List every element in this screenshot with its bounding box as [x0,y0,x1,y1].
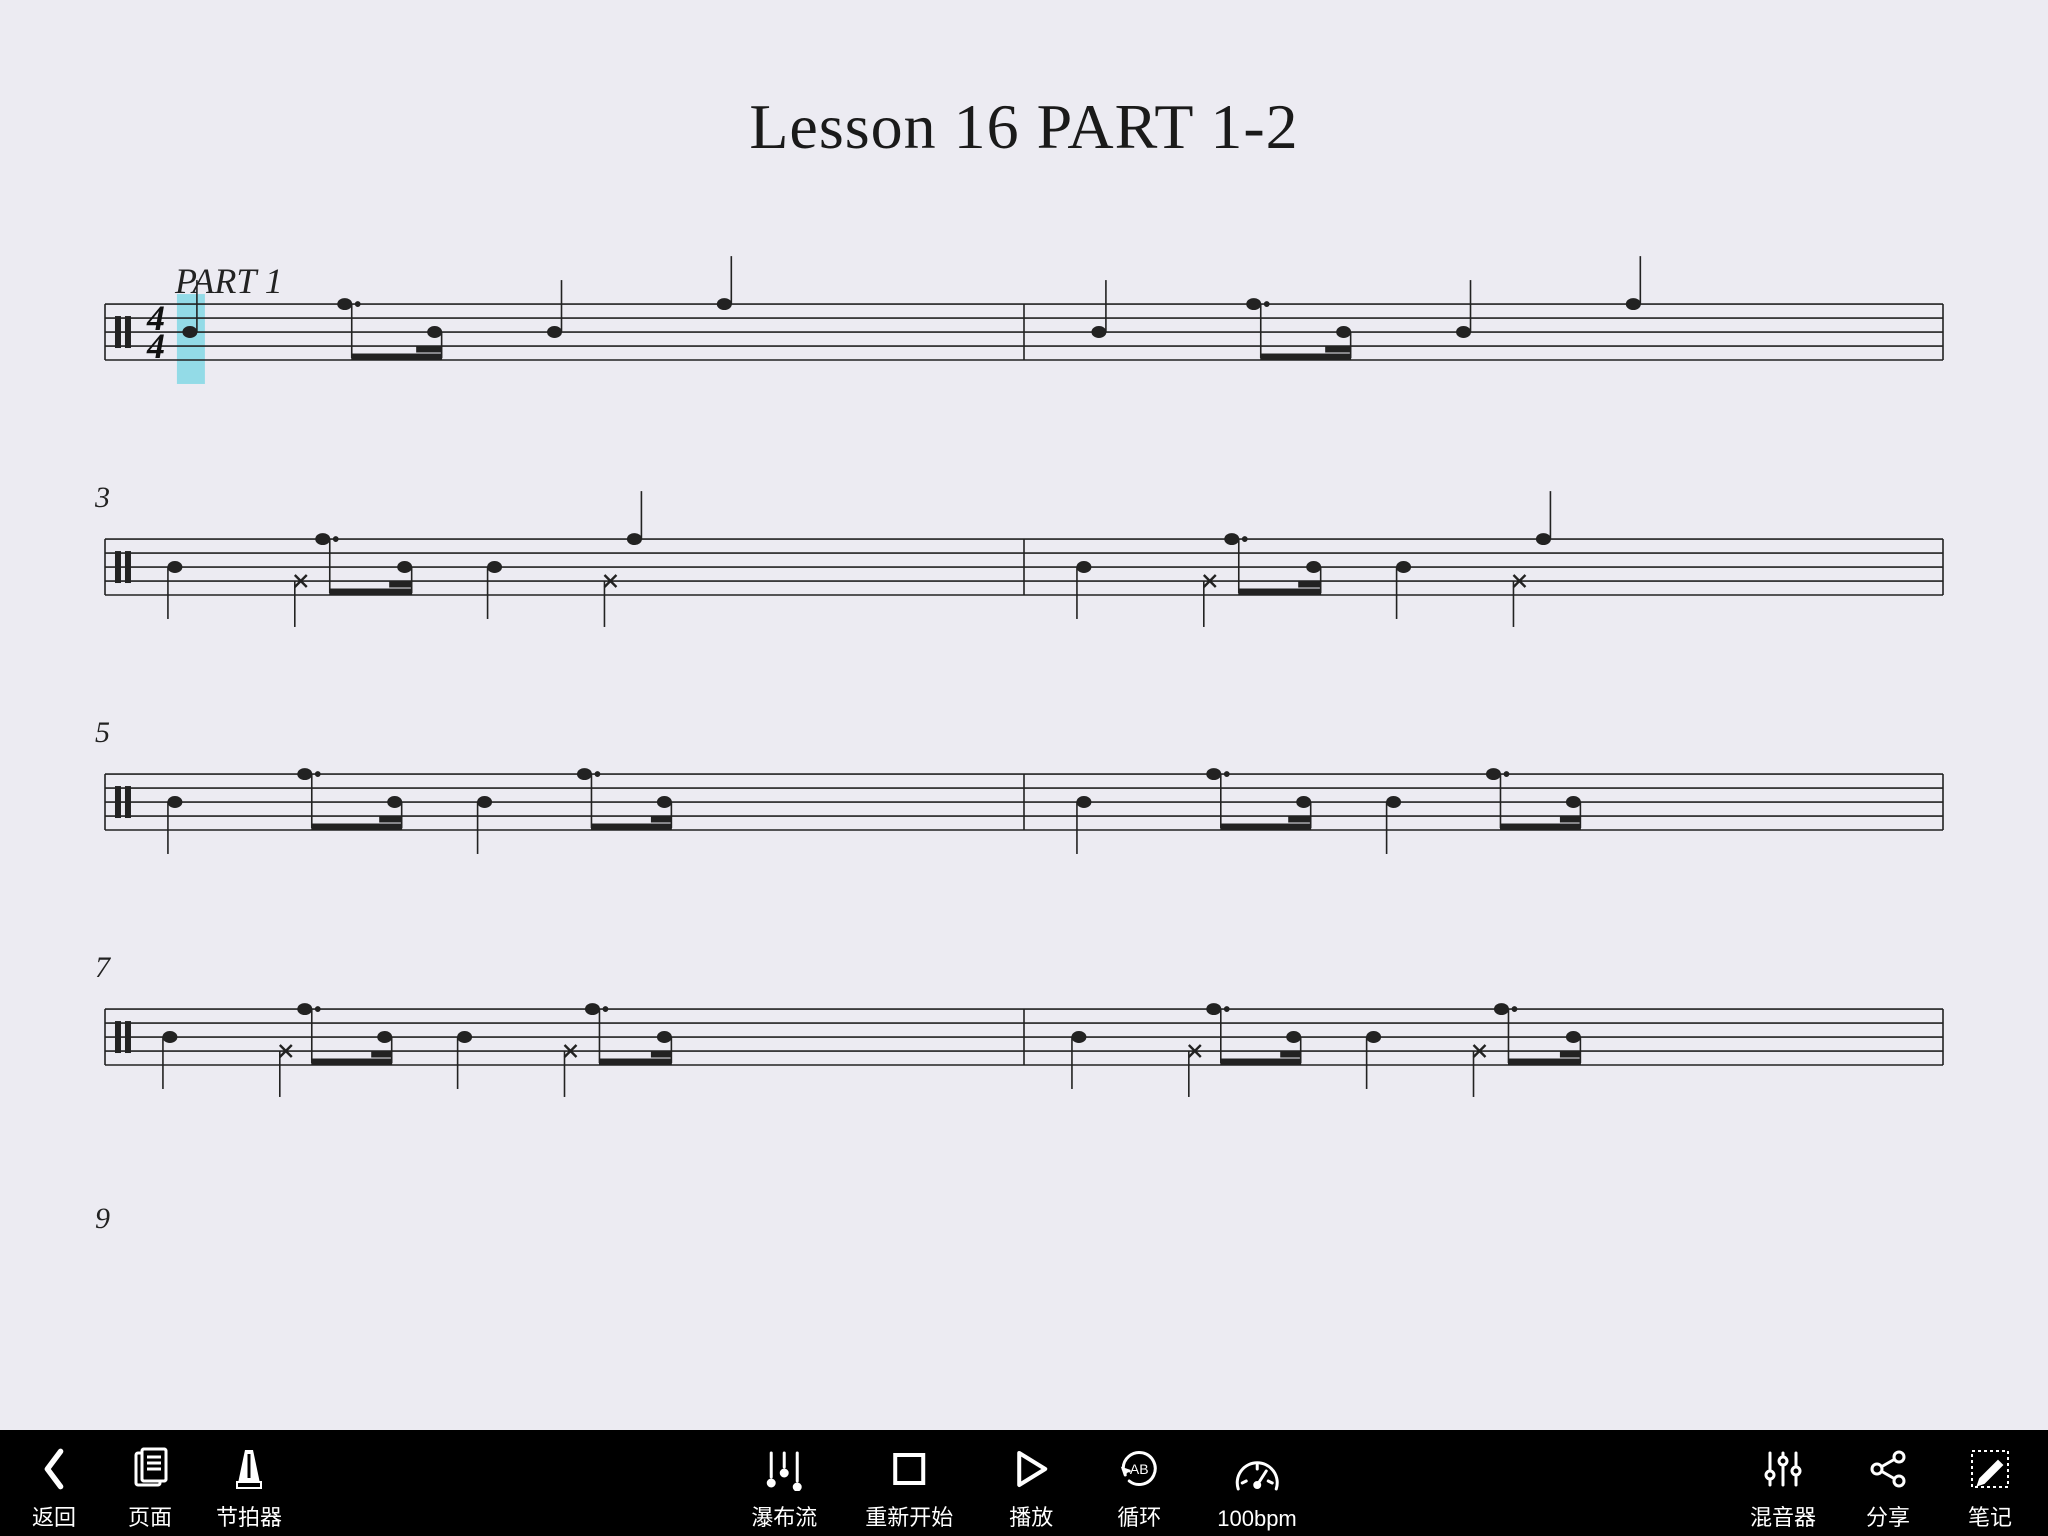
staff-svg: 4 4 [105,304,1943,424]
staff-svg [105,774,1943,894]
back-button[interactable]: 返回 [24,1444,84,1532]
notes-button[interactable]: 笔记 [1960,1444,2020,1532]
pencil-icon [1965,1444,2015,1494]
share-icon [1863,1444,1913,1494]
bar-number: 7 [95,951,110,985]
waterfall-button[interactable]: 瀑布流 [751,1444,817,1532]
mixer-button[interactable]: 混音器 [1750,1444,1816,1532]
svg-text:4: 4 [146,326,165,366]
page-title: Lesson 16 PART 1-2 [0,0,2048,164]
loop-icon: AB [1114,1444,1164,1494]
metronome-button[interactable]: 节拍器 [216,1444,282,1532]
staff-svg [105,539,1943,659]
restart-label: 重新开始 [865,1500,953,1532]
play-icon [1006,1444,1056,1494]
metronome-icon [224,1444,274,1494]
score-area: PART 1 [0,230,2048,1244]
share-label: 分享 [1866,1500,1910,1532]
loop-label: 循环 [1117,1500,1161,1532]
back-label: 返回 [32,1500,76,1532]
staff-system-2: 3 [105,509,1943,649]
metronome-label: 节拍器 [216,1500,282,1532]
loop-button[interactable]: AB 循环 [1109,1444,1169,1532]
play-button[interactable]: 播放 [1001,1444,1061,1532]
staff-system-5: 9 [105,1214,1943,1244]
gauge-icon [1232,1450,1282,1500]
staff-svg [105,1009,1943,1129]
toolbar: 返回 页面 节拍器 瀑布流 重新开始 [0,1430,2048,1536]
mixer-icon [1758,1444,1808,1494]
pages-button[interactable]: 页面 [120,1444,180,1532]
pages-icon [125,1444,175,1494]
staff-system-3: 5 [105,744,1943,884]
svg-text:AB: AB [1130,1461,1149,1477]
mixer-label: 混音器 [1750,1500,1816,1532]
bar-number: 3 [95,481,110,515]
stop-icon [884,1444,934,1494]
bar-number: 9 [95,1202,110,1236]
staff-system-1: 4 4 [105,274,1943,414]
tempo-label: 100bpm [1217,1506,1297,1532]
share-button[interactable]: 分享 [1858,1444,1918,1532]
staff-system-4: 7 [105,979,1943,1119]
waterfall-icon [759,1444,809,1494]
waterfall-label: 瀑布流 [751,1500,817,1532]
pages-label: 页面 [128,1500,172,1532]
tempo-button[interactable]: 100bpm [1217,1450,1297,1532]
bar-number: 5 [95,716,110,750]
notes-label: 笔记 [1968,1500,2012,1532]
restart-button[interactable]: 重新开始 [865,1444,953,1532]
chevron-left-icon [29,1444,79,1494]
play-label: 播放 [1009,1500,1053,1532]
time-signature: 4 4 [146,298,165,366]
